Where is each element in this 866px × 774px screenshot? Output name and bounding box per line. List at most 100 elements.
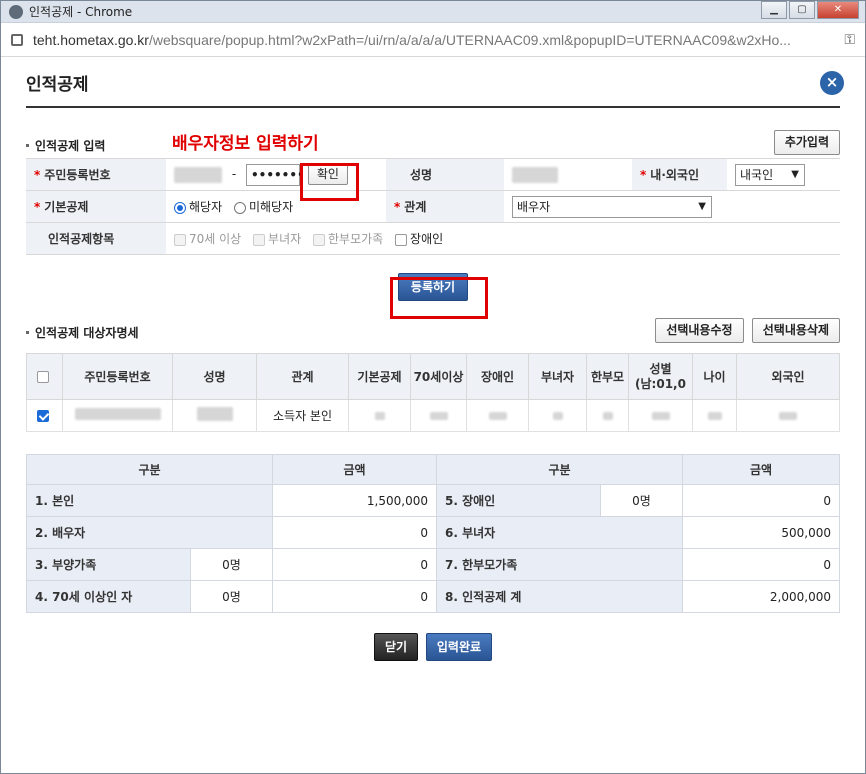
window-title: 인적공제 - Chrome — [29, 5, 133, 19]
summary-label: 7. 한부모가족 — [436, 548, 683, 581]
delete-selected-button[interactable]: 선택내용삭제 — [751, 318, 840, 343]
url-text[interactable]: teht.hometax.go.kr/websquare/popup.html?… — [33, 32, 838, 48]
col-header: 주민등록번호 — [62, 353, 173, 400]
form-row: * 주민등록번호 - ••••••• 확인 성명 * 내·외국인 내국인 ▼ — [26, 158, 840, 191]
summary-amount: 1,500,000 — [272, 484, 437, 517]
masked-value — [488, 411, 507, 420]
rrn-front-masked — [174, 166, 222, 183]
relation-cell: 배우자 ▼ — [504, 190, 840, 223]
woman-checkbox[interactable] — [253, 233, 266, 246]
masked-value — [374, 411, 385, 420]
summary-row: 4. 70세 이상인 자 0명 0 8. 인적공제 계 2,000,000 — [26, 580, 840, 613]
required-icon: * — [34, 200, 41, 214]
chrome-icon — [9, 4, 23, 19]
select-all-checkbox[interactable] — [37, 371, 49, 383]
row-select-cell — [26, 399, 63, 432]
masked-value — [651, 411, 670, 420]
col-header: 성명 — [172, 353, 257, 400]
popup-content: 인적공제 × 인적공제 입력 배우자정보 입력하기 추가입력 * 주민등록번호 -… — [1, 58, 865, 773]
nationality-select[interactable]: 내국인 ▼ — [735, 163, 805, 186]
summary-label: 4. 70세 이상인 자 — [26, 580, 191, 613]
list-section-title: 인적공제 대상자명세 — [35, 325, 139, 340]
disabled-cell — [466, 399, 529, 432]
bullet-icon — [26, 330, 29, 334]
required-icon: * — [34, 168, 41, 182]
url-path: /websquare/popup.html?w2xPath=/ui/rn/a/a… — [148, 31, 791, 48]
name-label-cell: 성명 — [386, 158, 504, 191]
relation-cell: 소득자 본인 — [256, 399, 349, 432]
age70-checkbox[interactable] — [174, 233, 186, 246]
rrn-label-cell: * 주민등록번호 — [26, 158, 166, 191]
radio-yes[interactable] — [174, 201, 186, 214]
summary-row: 2. 배우자 0 6. 부녀자 500,000 — [26, 516, 840, 549]
disabled-person-checkbox[interactable] — [395, 233, 408, 246]
input-section: 인적공제 입력 배우자정보 입력하기 추가입력 * 주민등록번호 - ••••••… — [26, 130, 840, 319]
rrn-back-input[interactable]: ••••••• — [246, 163, 305, 186]
basic-deduction-label: 기본공제 — [44, 200, 89, 214]
disabled-person-label: 장애인 — [410, 232, 444, 246]
summary-col-amount: 금액 — [682, 454, 840, 485]
rrn-cell — [62, 399, 173, 432]
summary-label: 3. 부양가족 — [26, 548, 191, 581]
col-header: 관계 — [256, 353, 349, 400]
col-header: 장애인 — [466, 353, 529, 400]
summary-amount: 0 — [272, 580, 437, 613]
list-section-header: 인적공제 대상자명세 선택내용수정 선택내용삭제 — [26, 317, 840, 347]
input-form-table: * 주민등록번호 - ••••••• 확인 성명 * 내·외국인 내국인 ▼ * 기본공… — [26, 158, 840, 255]
address-bar[interactable]: teht.hometax.go.kr/websquare/popup.html?… — [1, 23, 865, 57]
add-input-button[interactable]: 추가입력 — [773, 130, 840, 155]
summary-row: 1. 본인 1,500,000 5. 장애인 0명 0 — [26, 484, 840, 517]
table-row[interactable]: 소득자 본인 — [26, 399, 840, 432]
gender-cell — [628, 399, 693, 432]
annotation-label: 배우자정보 입력하기 — [172, 134, 319, 154]
relation-label-cell: * 관계 — [386, 190, 504, 223]
radio-no[interactable] — [233, 201, 246, 214]
input-section-header: 인적공제 입력 배우자정보 입력하기 추가입력 — [26, 130, 840, 158]
maximize-icon[interactable]: ▢ — [789, 1, 815, 19]
relation-value: 배우자 — [517, 199, 551, 214]
radio-no-label[interactable]: 미해당자 — [249, 200, 293, 214]
summary-amount: 500,000 — [682, 516, 840, 549]
single-parent-checkbox[interactable] — [313, 233, 325, 246]
chevron-down-icon: ▼ — [698, 200, 706, 212]
name-masked — [512, 166, 558, 183]
url-host: teht.hometax.go.kr — [33, 31, 149, 48]
items-label-cell: 인적공제항목 — [26, 222, 166, 255]
summary-col-category: 구분 — [436, 454, 683, 485]
register-highlight-box — [390, 277, 488, 319]
woman-cell — [528, 399, 587, 432]
col-header: 한부모 — [586, 353, 629, 400]
basic-deduction-label-cell: * 기본공제 — [26, 190, 166, 223]
footer-buttons: 닫기 입력완료 — [26, 633, 840, 661]
summary-row: 3. 부양가족 0명 0 7. 한부모가족 0 — [26, 548, 840, 581]
row-checkbox[interactable] — [37, 410, 49, 422]
relation-label: 관계 — [404, 200, 427, 214]
name-label: 성명 — [410, 168, 433, 182]
popup-close-icon[interactable]: × — [820, 71, 844, 95]
complete-button[interactable]: 입력완료 — [425, 633, 493, 661]
summary-label: 6. 부녀자 — [436, 516, 683, 549]
minimize-icon[interactable]: ▁ — [761, 1, 787, 19]
popup-window: 인적공제 - Chrome ▁ ▢ ✕ teht.hometax.go.kr/w… — [0, 0, 866, 774]
dependents-table: 주민등록번호 성명 관계 기본공제 70세이상 장애인 부녀자 한부모 성별 (… — [26, 353, 840, 432]
key-icon[interactable]: ⚿ — [844, 32, 855, 48]
age-cell — [692, 399, 737, 432]
radio-yes-label[interactable]: 해당자 — [189, 200, 222, 214]
col-header: 외국인 — [736, 353, 840, 400]
masked-value — [552, 411, 563, 420]
close-button[interactable]: 닫기 — [373, 633, 419, 661]
woman-label: 부녀자 — [268, 232, 302, 246]
masked-value — [779, 411, 797, 420]
relation-select[interactable]: 배우자 ▼ — [512, 195, 712, 218]
edit-selected-button[interactable]: 선택내용수정 — [655, 318, 744, 343]
foreigner-cell — [736, 399, 840, 432]
summary-label: 1. 본인 — [26, 484, 273, 517]
close-window-icon[interactable]: ✕ — [817, 1, 859, 19]
summary-amount: 0 — [682, 548, 840, 581]
form-row: 인적공제항목 70세 이상 부녀자 한부모가족 장애인 — [26, 222, 840, 255]
items-cell: 70세 이상 부녀자 한부모가족 장애인 — [166, 222, 840, 255]
chevron-down-icon: ▼ — [791, 168, 799, 180]
col-header: 기본공제 — [348, 353, 411, 400]
summary-col-category: 구분 — [26, 454, 273, 485]
summary-count: 0명 — [600, 484, 683, 517]
